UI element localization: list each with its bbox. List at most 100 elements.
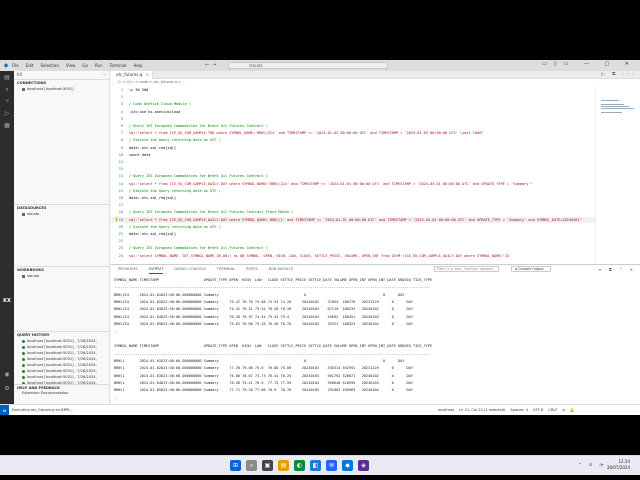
menu-help[interactable]: Help [134, 63, 143, 68]
line-number: 7 [120, 131, 123, 136]
extensions-icon[interactable]: ▦ [3, 122, 11, 130]
command-center-search[interactable]: stauda [228, 62, 388, 69]
code-line[interactable]: 12 [111, 166, 601, 172]
output-line: BRN\Z24 2024.01.05D23:30:00.000000000 Su… [114, 322, 413, 327]
line-number: 1 [120, 88, 123, 92]
search-taskbar-icon[interactable]: ⌕ [246, 460, 257, 471]
code-line[interactable]: 9 data:.otc.sql_req[sql] [111, 145, 601, 151]
status-eol[interactable]: CRLF [548, 408, 557, 412]
breadcrumb[interactable]: C: > Q:> > code > otc_futures.q > ... [111, 79, 640, 86]
output-filter-input[interactable]: Filter (e.g. text, !exclude, \escape) [434, 266, 499, 272]
code-line[interactable]: 24 sql:"select SYMBOL_NAME, GET_SYMBOL_NA… [111, 253, 601, 259]
code-line[interactable]: 2 [111, 94, 601, 100]
remote-icon[interactable]: ⋈ [0, 405, 9, 415]
menu-terminal[interactable]: Terminal [110, 63, 127, 68]
code-line[interactable]: 20 / Execute the Query returning data as … [111, 224, 601, 230]
window-controls[interactable]: ▭▯▭ — ▢ ✕ [542, 61, 636, 67]
run-debug-icon[interactable]: ▷ [3, 110, 11, 118]
tab-ports[interactable]: PORTS [246, 265, 258, 274]
start-icon[interactable]: ⊞ [230, 460, 241, 471]
status-executing[interactable]: Executing otc_futures.q on BRPL... [12, 405, 74, 415]
code-line[interactable]: 1 \c 30 300 [111, 87, 601, 93]
code-line[interactable]: 14 sql:"select * from ICE_EU_COM_SAMPLE_D… [111, 181, 601, 187]
menu-file[interactable]: File [12, 63, 19, 68]
kx-icon[interactable]: KX [1, 296, 13, 306]
code-line[interactable]: 18 / Query ICE European Commodities for B… [111, 209, 601, 215]
tab-output[interactable]: OUTPUT [148, 265, 164, 274]
tab-debug-console[interactable]: DEBUG CONSOLE [174, 265, 205, 274]
code-line[interactable]: 13 / Query ICE European Commodities for B… [111, 173, 601, 179]
code-text: / Query ICE European Commodities for Bre… [129, 174, 268, 179]
clock[interactable]: 12:34 26/07/2024 [607, 459, 630, 471]
nav-arrows[interactable]: ←→ [205, 62, 219, 68]
code-line[interactable]: 21 data:.otc.sql_req[sql] [111, 231, 601, 237]
code-line[interactable]: 5 [111, 116, 601, 122]
tab-terminal[interactable]: TERMINAL [217, 265, 235, 274]
source-control-icon[interactable]: ⑂ [3, 98, 11, 106]
output-line: BRN\1 2024.01.02D23:30:00.000000000 Summ… [114, 366, 413, 371]
status-cursor-position[interactable]: Ln 21, Col 23 (1 selected) [459, 408, 505, 412]
query-history-header[interactable]: QUERY HISTORY [14, 331, 110, 338]
edge-icon[interactable]: ◐ [294, 460, 305, 471]
menu-go[interactable]: Go [82, 63, 88, 68]
datasource-item[interactable]: stauda [14, 211, 110, 217]
connection-item[interactable]: localhost [localhost:5001] [14, 86, 110, 92]
code-line[interactable]: 4 .otc:use`ks.onetickcloud [111, 109, 601, 115]
tab-otc-futures[interactable]: otc_futures.q × [111, 71, 153, 79]
code-line[interactable]: 19 sql:"select * from ICE_EU_COM_SAMPLE_D… [111, 216, 601, 223]
code-line[interactable]: 23 / Query ICE European Commodities for B… [111, 245, 601, 251]
workbook-item[interactable]: stauda [14, 273, 110, 279]
editor-actions[interactable]: ▷ ⧉ ··· [601, 71, 636, 79]
settings-gear-icon[interactable]: ⚙ [3, 385, 11, 393]
search-icon[interactable]: ⌕ [3, 86, 11, 94]
tab-kdb-results[interactable]: KDB RESULTS [269, 265, 293, 274]
status-encoding[interactable]: UTF-8 [533, 408, 543, 412]
output-line: BRN\1 2024.01.01D23:00:00.000000000 Summ… [114, 358, 405, 363]
line-number: 8 [120, 138, 123, 143]
minimap[interactable] [595, 86, 640, 264]
teams-icon[interactable]: ◈ [358, 460, 369, 471]
connections-header[interactable]: CONNECTIONS [14, 79, 110, 86]
outlook-icon[interactable]: ✉ [326, 460, 337, 471]
panel-actions[interactable]: ≡ ⧉ ⌃ ✕ [598, 265, 636, 274]
code-line[interactable]: 3 / Load OneTick Cloud Module \ [111, 101, 601, 107]
workbooks-header[interactable]: WORKBOOKS [14, 266, 110, 273]
code-line[interactable]: 16 data:.otc.sql_req[sql] [111, 195, 601, 201]
bell-icon[interactable]: 🔔 [570, 408, 574, 412]
datasources-header[interactable]: DATASOURCES [14, 204, 110, 211]
code-line[interactable]: 6 / Query ICE European Commodities for Br… [111, 123, 601, 129]
code-line[interactable]: 15 / Execute the Query returning data as … [111, 188, 601, 194]
output-channel-select[interactable]: q Console Output [511, 266, 551, 272]
explorer-icon[interactable]: ▤ [3, 74, 11, 82]
status-connection[interactable]: localhost [438, 408, 454, 412]
account-icon[interactable]: ◉ [3, 371, 11, 379]
panel-tabs: PROBLEMS OUTPUT DEBUG CONSOLE TERMINAL PORTS… [111, 265, 640, 274]
menu-edit[interactable]: Edit [26, 63, 34, 68]
file-explorer-icon[interactable]: ▤ [278, 460, 289, 471]
lightbulb-icon[interactable]: 💡 [114, 216, 119, 221]
task-view-icon[interactable]: ▣ [262, 460, 273, 471]
store-icon[interactable]: ◧ [310, 460, 321, 471]
code-line[interactable]: 7 sql:"select * from ICE_EU_COM_SAMPLE.TR… [111, 130, 601, 136]
code-editor[interactable]: 1 \c 30 300 2 3/ Load OneTick Cloud Module … [111, 86, 601, 264]
code-line[interactable]: 22 [111, 238, 601, 244]
tab-label: otc_futures.q [116, 72, 143, 77]
menu-view[interactable]: View [66, 63, 76, 68]
help-header[interactable]: HELP AND FEEDBACK [14, 384, 110, 391]
close-icon[interactable]: × [146, 71, 149, 79]
code-line[interactable]: 17 [111, 202, 601, 208]
more-actions-icon[interactable]: ··· [102, 71, 106, 78]
tab-problems[interactable]: PROBLEMS [118, 265, 138, 274]
status-language[interactable]: q [562, 408, 564, 412]
success-icon [22, 357, 25, 361]
code-line[interactable]: 8 / Execute the Query returning data as U… [111, 137, 601, 143]
code-line[interactable]: 10 count data [111, 152, 601, 158]
system-tray[interactable]: ⌃ ⊡ ◔ [578, 462, 606, 467]
activity-bar: ▤ ⌕ ⑂ ▷ ▦ KX ◉ ⚙ [0, 71, 14, 404]
vscode-taskbar-icon[interactable]: ◆ [342, 460, 353, 471]
status-indentation[interactable]: Spaces: 4 [510, 408, 527, 412]
code-line[interactable]: 11 [111, 159, 601, 165]
menu-run[interactable]: Run [95, 63, 103, 68]
menu-selection[interactable]: Selection [40, 63, 58, 68]
help-docs-link[interactable]: Extension Documentation [14, 391, 110, 396]
